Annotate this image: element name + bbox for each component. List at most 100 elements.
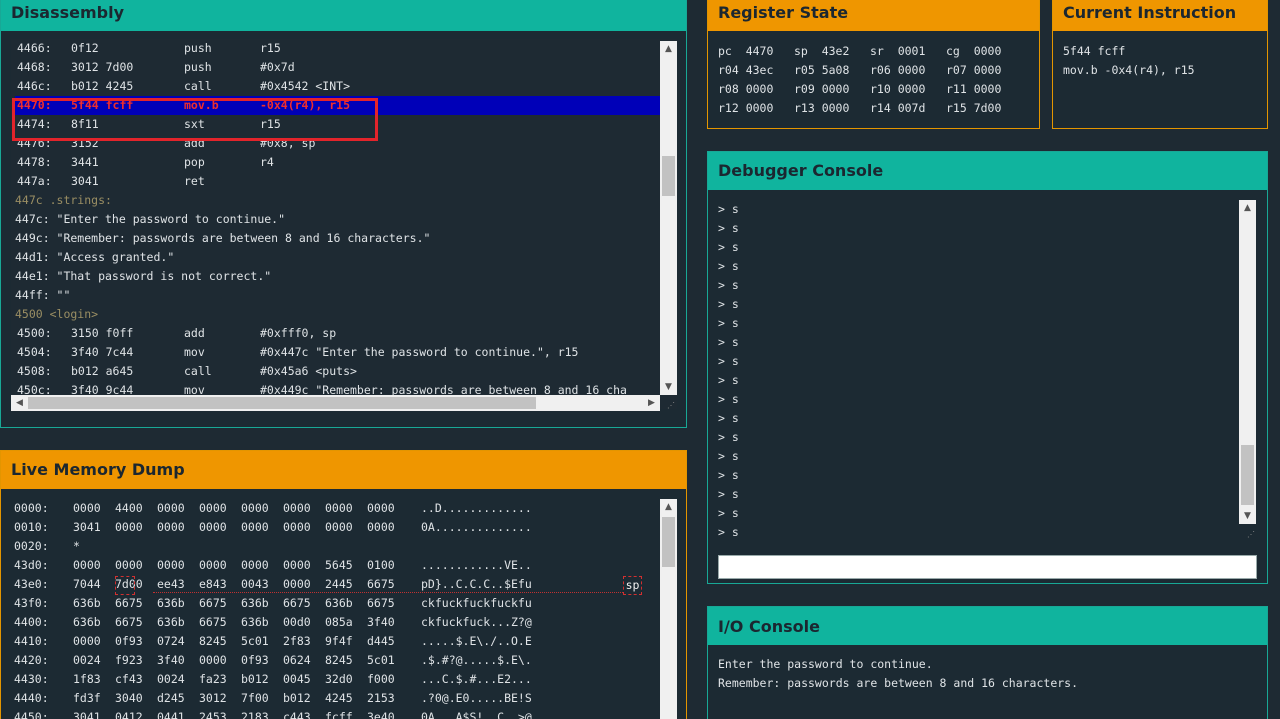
scroll-right-arrow-icon[interactable]: ▶ [643,395,660,411]
debugger-line: > s [718,468,739,482]
memory-ascii: 0A...A$S!..C..>@ [421,710,532,719]
memory-word: 2153 [367,691,395,705]
disassembly-line[interactable]: 4504: 3f40 7c44 mov #0x447c "Enter the pass… [15,343,660,362]
register-r10: r10 0000 [870,82,926,96]
memory-ascii: ..D............. [421,501,532,515]
memory-dump-view[interactable]: 0000: 0000 4400 0000 0000 0000 0000 0000 0000 ..D… [11,499,677,719]
scroll-up-arrow-icon[interactable]: ▲ [660,41,677,57]
memory-word: 3041 [73,710,101,719]
memory-ascii: .$.#?@.....$.E\. [421,653,532,667]
register-state-panel: Register State pc 4470 sp 43e2 sr 0001 cg 0… [707,0,1040,129]
disassembly-view[interactable]: 4466: 0f12 push r15 4468: 3012 7d00 push #0x7d 4… [11,39,677,409]
memory-dump-title: Live Memory Dump [1,451,686,489]
memory-word: c443 [283,710,311,719]
disassembly-string-line: 44d1: "Access granted." [15,250,175,264]
resize-grip-icon[interactable]: ⋰ [665,401,675,411]
disassembly-horizontal-scrollbar[interactable]: ◀ ▶ [11,395,660,411]
current-instruction-panel: Current Instruction 5f44 fcff mov.b -0x4… [1052,0,1268,129]
scroll-up-arrow-icon[interactable]: ▲ [1239,200,1256,216]
register-r06: r06 0000 [870,63,926,77]
register-row: pc 4470 sp 43e2 sr 0001 cg 0000 [718,42,1028,61]
memory-word: 636b [241,596,269,610]
memory-word: 3f40 [157,653,185,667]
memory-row: 0020: * [11,537,677,556]
memory-word: 0624 [283,653,311,667]
disassembly-label-line: 4500 <login> [15,307,99,321]
register-r09: r09 0000 [794,82,850,96]
sp-pointer-label: sp [623,576,642,595]
disassembly-line[interactable]: 4508: b012 a645 call #0x45a6 <puts> [15,362,660,381]
disassembly-panel: Disassembly 4466: 0f12 push r15 4468: 3012 7d… [0,0,687,428]
scroll-down-arrow-icon[interactable]: ▼ [1239,508,1256,524]
disassembly-string-line: 447c: "Enter the password to continue." [15,212,286,226]
memory-word: 636b [73,596,101,610]
scroll-up-arrow-icon[interactable]: ▲ [660,499,677,515]
memory-ascii: ...C.$.#...E2... [421,672,532,686]
instruction-operands: #0x7d [260,60,295,74]
memory-word: 1f83 [73,672,101,686]
disassembly-line[interactable]: 446c: b012 4245 call #0x4542 <INT> [15,77,660,96]
memory-row: 0010: 3041 0000 0000 0000 0000 0000 0000 0000 0A.… [11,518,677,537]
memory-word: 5c01 [367,653,395,667]
current-instruction-text: mov.b -0x4(r4), r15 [1063,63,1195,77]
memory-word: cf43 [115,672,143,686]
memory-word: 6675 [115,615,143,629]
memory-word: fcff [325,710,353,719]
register-sr: sr 0001 [870,44,926,58]
scroll-thumb[interactable] [1241,445,1254,505]
scroll-left-arrow-icon[interactable]: ◀ [11,395,28,411]
disassembly-line[interactable]: 4478: 3441 pop r4 [15,153,660,172]
memory-vertical-scrollbar[interactable]: ▲ [660,499,677,719]
memory-word: 4400 [115,501,143,515]
memory-word: 0000 [157,558,185,572]
memory-word: 6675 [199,596,227,610]
memory-ascii: ckfuckfuckfuckfu [421,596,532,610]
disassembly-line[interactable]: 4466: 0f12 push r15 [15,39,660,58]
disassembly-line[interactable]: 4500: 3150 f0ff add #0xfff0, sp [15,324,660,343]
debugger-output[interactable]: > s > s > s > s > s > s > s > s > s > s > s > s > s >… [718,200,1257,540]
scroll-down-arrow-icon[interactable]: ▼ [660,379,677,395]
debugger-line: > s [718,335,739,349]
memory-word: 636b [157,596,185,610]
disassembly-string-line: 44ff: "" [15,288,71,302]
instruction-bytes: 3f40 7c44 [71,345,134,359]
memory-address: 4410: [14,634,49,648]
memory-word: 085a [325,615,353,629]
register-sp: sp 43e2 [794,44,850,58]
instruction-opcode: add [184,326,205,340]
hscroll-thumb[interactable] [28,397,536,409]
memory-word: 0100 [367,558,395,572]
disassembly-vertical-scrollbar[interactable]: ▲ ▼ [660,41,677,395]
memory-word: 6675 [115,596,143,610]
instruction-bytes: 3441 [71,155,99,169]
memory-word: d445 [367,634,395,648]
instruction-address: 4500: [17,326,52,340]
register-row: r04 43ec r05 5a08 r06 0000 r07 0000 [718,61,1028,80]
instruction-bytes: 3041 [71,174,99,188]
register-cg: cg 0000 [946,44,1002,58]
instruction-bytes: 3012 7d00 [71,60,134,74]
memory-address: 4430: [14,672,49,686]
disassembly-string-line: 449c: "Remember: passwords are between 8… [15,231,431,245]
scroll-thumb[interactable] [662,156,675,196]
register-r14: r14 007d [870,101,926,115]
debugger-vertical-scrollbar[interactable]: ▲ ▼ [1239,200,1256,524]
io-console-panel: I/O Console Enter the password to contin… [707,606,1268,719]
debugger-line: > s [718,202,739,216]
debugger-command-input[interactable] [718,555,1257,579]
disassembly-line[interactable]: 4468: 3012 7d00 push #0x7d [15,58,660,77]
debugger-line: > s [718,506,739,520]
memory-word: 0000 [115,558,143,572]
instruction-operands: #0x45a6 <puts> [260,364,357,378]
memory-word: 0000 [283,520,311,534]
memory-word: 8245 [325,653,353,667]
memory-row: 0000: 0000 4400 0000 0000 0000 0000 0000 0000 ..D… [11,499,677,518]
disassembly-line[interactable]: 447a: 3041 ret [15,172,660,191]
memory-address: 4440: [14,691,49,705]
io-output-line: Remember: passwords are between 8 and 16… [718,676,1079,690]
scroll-thumb[interactable] [662,517,675,567]
memory-row: 4440: fd3f 3040 d245 3012 7f00 b012 4245 2153 .?0… [11,689,677,708]
memory-word: 2f83 [283,634,311,648]
memory-word: 0000 [241,520,269,534]
resize-grip-icon[interactable]: ⋰ [1245,530,1255,540]
